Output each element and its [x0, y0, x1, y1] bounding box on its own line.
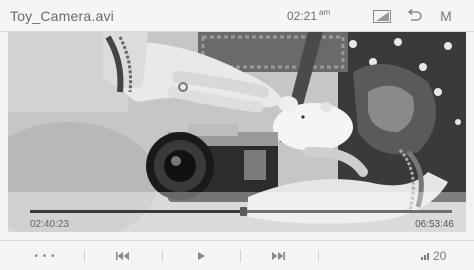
screen-mode-icon[interactable]	[372, 8, 392, 24]
clock: 02:21 am	[287, 8, 331, 23]
divider	[84, 250, 85, 262]
volume-bars-icon	[421, 252, 429, 260]
progress-thumb[interactable]	[240, 207, 248, 216]
back-arrow-icon[interactable]	[405, 8, 423, 24]
volume-value: 20	[433, 249, 447, 263]
more-options-button[interactable]: • • •	[34, 248, 56, 264]
divider	[318, 250, 319, 262]
file-title: Toy_Camera.avi	[10, 8, 114, 24]
divider	[240, 250, 241, 262]
clock-ampm: am	[319, 8, 331, 17]
elapsed-time: 02:40:23	[30, 219, 69, 230]
total-time: 06:53:46	[415, 219, 454, 230]
control-bar: • • • 20	[0, 240, 474, 270]
volume-control[interactable]: 20	[421, 248, 461, 264]
previous-track-icon[interactable]	[113, 248, 133, 264]
progress-fill	[30, 210, 244, 213]
divider	[162, 250, 163, 262]
video-frame[interactable]	[8, 32, 466, 232]
play-icon[interactable]	[193, 248, 209, 264]
menu-button[interactable]: M	[438, 8, 454, 24]
progress-bar[interactable]	[30, 207, 452, 216]
video-player-window: Toy_Camera.avi 02:21 am M 02:40:23 06:53…	[0, 0, 474, 270]
next-track-icon[interactable]	[268, 248, 288, 264]
video-image	[8, 32, 466, 232]
top-bar: Toy_Camera.avi 02:21 am M	[0, 0, 474, 32]
clock-time: 02:21	[287, 9, 318, 23]
